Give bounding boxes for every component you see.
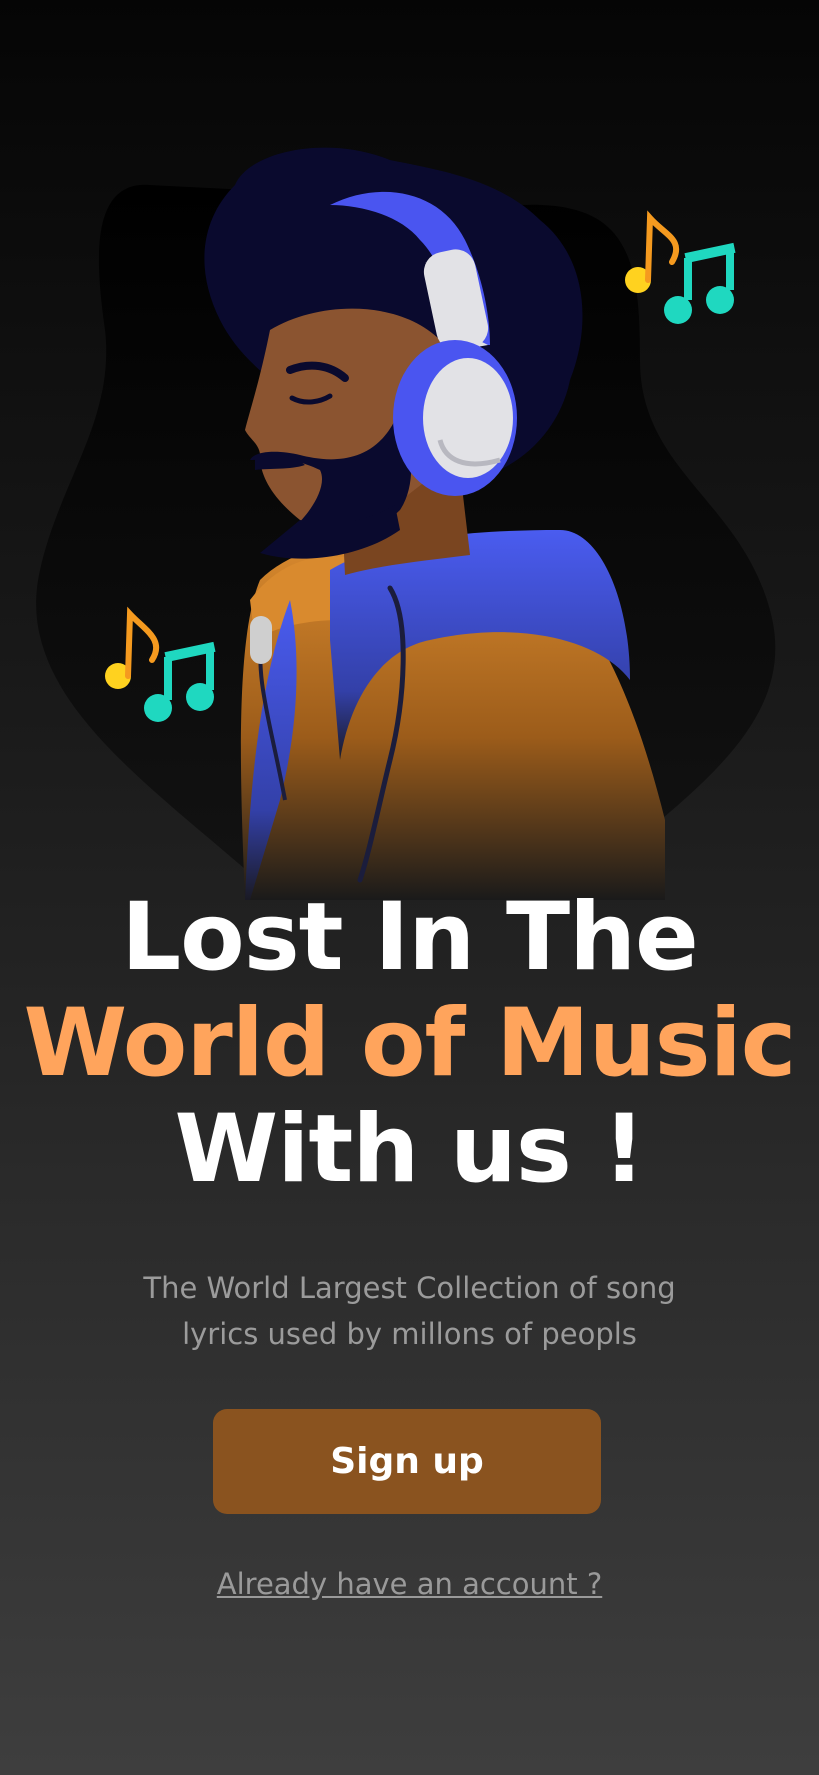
subtitle-line-2: lyrics used by millons of peopls [182, 1317, 637, 1351]
subtitle-line-1: The World Largest Collection of song [143, 1271, 676, 1305]
hero-illustration [36, 147, 776, 900]
login-link[interactable]: Already have an account ? [0, 1567, 819, 1601]
music-notes-top [625, 210, 736, 324]
headline-line-1: Lost In The [121, 883, 699, 992]
headline-line-2: World of Music [23, 989, 796, 1098]
headline: Lost In The World of Music With us ! [0, 885, 819, 1203]
subtitle: The World Largest Collection of song lyr… [80, 1265, 739, 1357]
headline-line-3: With us ! [174, 1095, 646, 1204]
signup-button[interactable]: Sign up [213, 1409, 601, 1514]
